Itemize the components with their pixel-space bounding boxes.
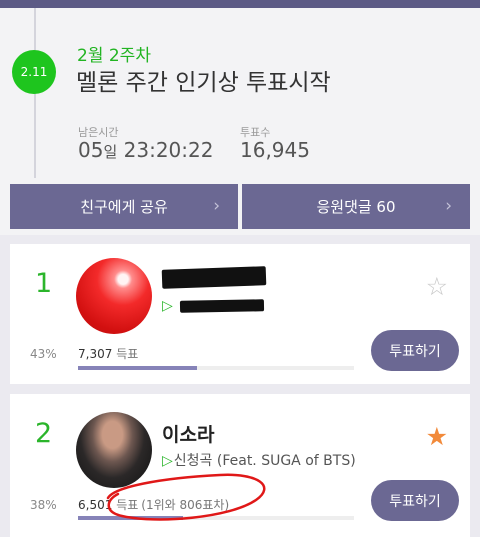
vote-percent: 43% bbox=[30, 347, 57, 361]
vote-percent: 38% bbox=[30, 498, 57, 512]
vote-button-label: 투표하기 bbox=[389, 493, 441, 510]
vote-unit: 득표 bbox=[116, 498, 139, 512]
vote-count-value: 16,945 bbox=[240, 138, 310, 162]
vote-count: 6,501 bbox=[78, 498, 113, 512]
vote-button[interactable]: 투표하기 bbox=[371, 480, 459, 521]
vote-tally: 7,307 득표 bbox=[78, 345, 138, 362]
artist-name: 이소라 bbox=[162, 424, 215, 446]
candidate-card-1: 1 ▷ ☆ 43% 7,307 득표 투표하기 bbox=[10, 244, 470, 384]
share-button[interactable]: 친구에게 공유 › bbox=[10, 184, 238, 229]
song-title[interactable]: ▷신청곡 (Feat. SUGA of BTS) bbox=[162, 450, 356, 470]
rank-number: 1 bbox=[35, 268, 53, 299]
star-outline-icon[interactable]: ☆ bbox=[426, 272, 448, 301]
vote-unit: 득표 bbox=[116, 347, 139, 361]
vote-difference: (1위와 806표차) bbox=[141, 498, 230, 512]
vote-progress-fill bbox=[78, 366, 197, 370]
play-icon[interactable]: ▷ bbox=[162, 453, 173, 469]
album-art bbox=[76, 412, 152, 488]
vote-progress-fill bbox=[78, 516, 183, 520]
share-button-label: 친구에게 공유 bbox=[80, 198, 168, 216]
chevron-right-icon: › bbox=[213, 196, 220, 216]
vote-progress-bar bbox=[78, 366, 354, 370]
time-left-clock: 23:20:22 bbox=[123, 138, 214, 162]
time-left-days: 05 bbox=[78, 138, 104, 162]
comment-button-label: 응원댓글 60 bbox=[316, 198, 396, 216]
redaction-mark bbox=[179, 299, 265, 313]
vote-count: 7,307 bbox=[78, 347, 113, 361]
time-left-day-unit: 일 bbox=[103, 143, 118, 161]
page-title: 멜론 주간 인기상 투표시작 bbox=[76, 70, 331, 96]
vote-tally: 6,501 득표 (1위와 806표차) bbox=[78, 496, 229, 513]
star-filled-icon[interactable]: ★ bbox=[426, 422, 448, 451]
comment-button[interactable]: 응원댓글 60 › bbox=[242, 184, 470, 229]
candidate-card-2: 2 이소라 ▷신청곡 (Feat. SUGA of BTS) ★ 38% 6,5… bbox=[10, 394, 470, 537]
vote-button[interactable]: 투표하기 bbox=[371, 330, 459, 371]
time-left-value: 05일 23:20:22 bbox=[78, 138, 213, 162]
vote-button-label: 투표하기 bbox=[389, 343, 441, 360]
song-title-text: 신청곡 (Feat. SUGA of BTS) bbox=[173, 453, 356, 469]
play-icon[interactable]: ▷ bbox=[162, 298, 173, 314]
chevron-right-icon: › bbox=[445, 196, 452, 216]
album-art bbox=[76, 258, 152, 334]
redaction-mark bbox=[161, 266, 267, 289]
vote-progress-bar bbox=[78, 516, 354, 520]
song-title[interactable]: ▷ bbox=[162, 298, 174, 314]
rank-number: 2 bbox=[35, 418, 53, 449]
top-band bbox=[0, 0, 480, 8]
date-badge: 2.11 bbox=[12, 50, 56, 94]
